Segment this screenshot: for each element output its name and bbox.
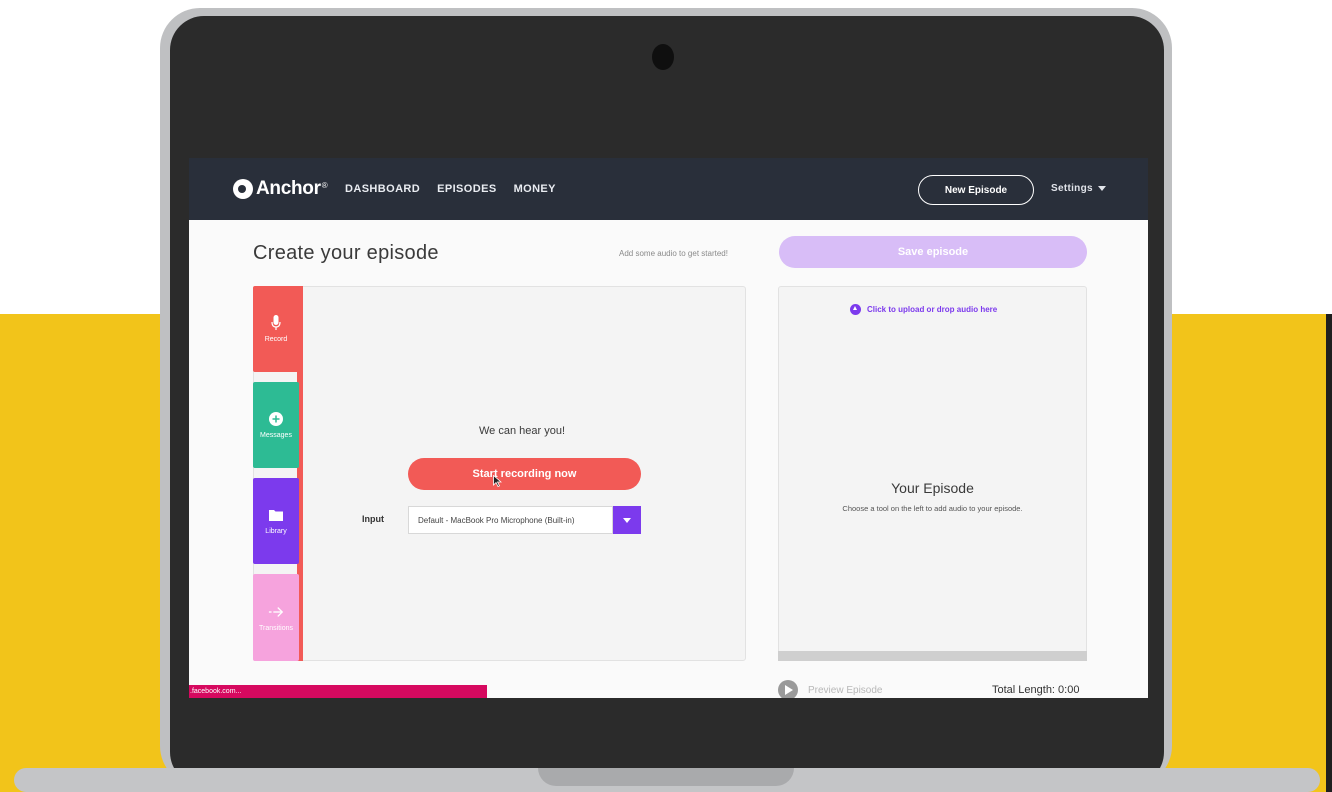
save-episode-button[interactable]: Save episode xyxy=(779,236,1087,268)
chevron-down-icon xyxy=(1097,186,1106,191)
nav-dashboard[interactable]: DASHBOARD xyxy=(345,183,420,195)
mic-status-text: We can hear you! xyxy=(479,425,566,437)
input-label: Input xyxy=(362,514,384,524)
new-episode-button[interactable]: New Episode xyxy=(918,175,1034,205)
preview-label: Preview Episode xyxy=(808,684,883,696)
anchor-logo[interactable]: Anchor ® xyxy=(233,178,328,200)
logo-text: Anchor xyxy=(256,178,321,199)
message-add-icon xyxy=(268,411,284,427)
play-icon xyxy=(778,680,798,698)
nav-links: DASHBOARD EPISODES MONEY xyxy=(345,183,556,195)
folder-icon xyxy=(268,507,284,523)
anchor-logo-icon xyxy=(233,179,253,199)
episode-subtitle: Choose a tool on the left to add audio t… xyxy=(842,504,1023,513)
nav-money[interactable]: MONEY xyxy=(514,183,556,195)
preview-episode-control[interactable]: Preview Episode xyxy=(778,680,882,698)
mouse-cursor-icon xyxy=(493,475,502,487)
tool-tab-library[interactable]: Library xyxy=(253,478,299,564)
start-recording-button[interactable]: Start recording now xyxy=(408,458,641,490)
input-select-toggle[interactable] xyxy=(613,506,641,534)
chevron-down-icon xyxy=(623,517,631,523)
episode-title: Your Episode xyxy=(891,480,974,496)
navbar: Anchor ® DASHBOARD EPISODES MONEY New Ep… xyxy=(189,158,1148,220)
browser-status-bar: .facebook.com... xyxy=(189,685,487,698)
total-length: Total Length: 0:00 xyxy=(992,684,1080,696)
page-title: Create your episode xyxy=(253,242,439,264)
nav-episodes[interactable]: EPISODES xyxy=(437,183,496,195)
arrow-right-icon xyxy=(268,604,284,620)
hint-text: Add some audio to get started! xyxy=(619,249,728,258)
frame-edge xyxy=(1326,314,1332,792)
app-screen: Anchor ® DASHBOARD EPISODES MONEY New Ep… xyxy=(189,158,1148,698)
tool-label-transitions: Transitions xyxy=(259,624,293,632)
episode-panel[interactable] xyxy=(778,286,1087,661)
stage: Anchor ® DASHBOARD EPISODES MONEY New Ep… xyxy=(0,0,1332,792)
tool-label-library: Library xyxy=(265,528,287,535)
settings-label: Settings xyxy=(1051,183,1093,194)
tool-tab-transitions[interactable]: Transitions xyxy=(253,574,299,661)
episode-timeline-bar xyxy=(778,651,1087,661)
input-device-select[interactable]: Default - MacBook Pro Microphone (Built-… xyxy=(408,506,613,534)
upload-audio-link[interactable]: Click to upload or drop audio here xyxy=(850,304,997,315)
microphone-icon xyxy=(268,315,284,331)
tool-label-record: Record xyxy=(264,336,288,343)
laptop-notch xyxy=(538,768,794,786)
settings-menu[interactable]: Settings xyxy=(1051,183,1106,194)
upload-label: Click to upload or drop audio here xyxy=(867,305,998,314)
registered-mark: ® xyxy=(321,180,328,190)
tool-label-messages: Messages xyxy=(260,432,292,439)
webcam-icon xyxy=(652,44,674,70)
upload-icon xyxy=(850,304,861,315)
tool-tab-record[interactable]: Record xyxy=(253,286,299,372)
tool-tab-messages[interactable]: Messages xyxy=(253,382,299,468)
